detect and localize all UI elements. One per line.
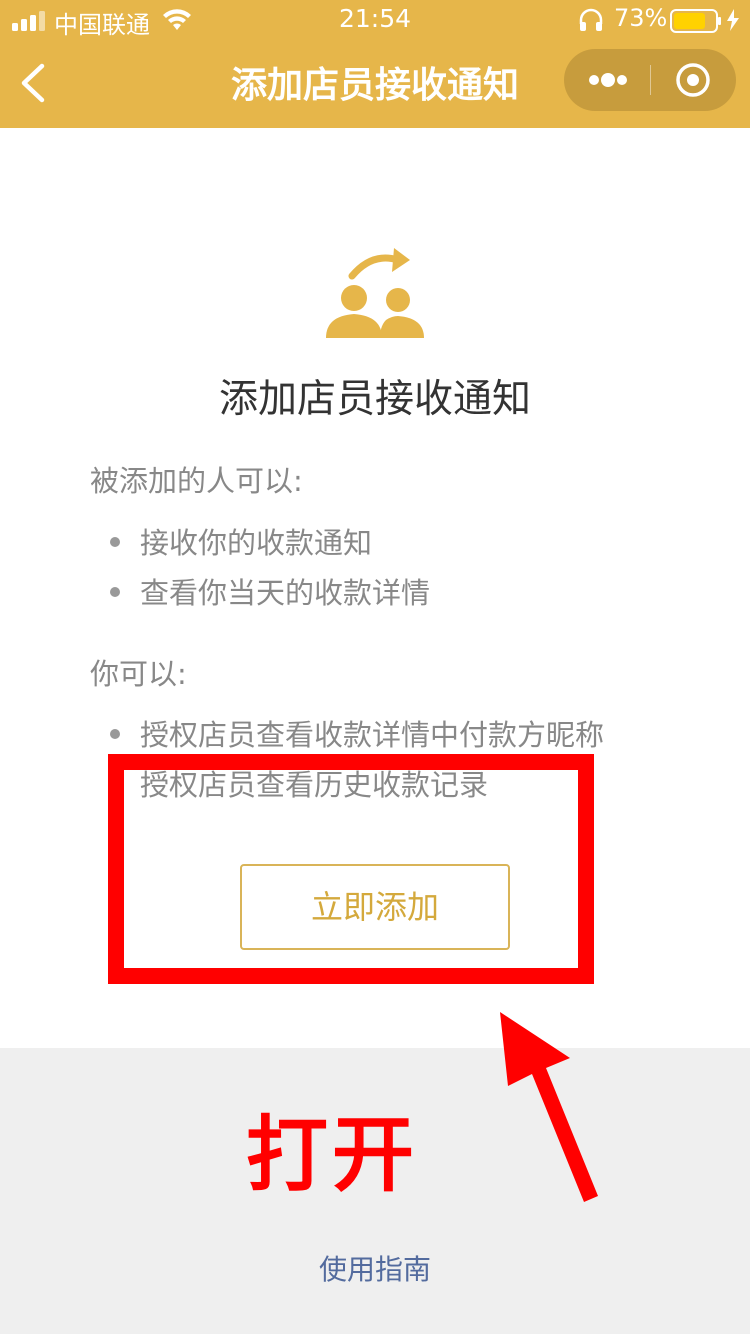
more-dots-icon[interactable]: [564, 49, 650, 111]
headphone-icon: [579, 8, 603, 31]
nav-bar: 添加店员接收通知: [0, 40, 750, 128]
list-item: 授权店员查看收款详情中付款方昵称: [110, 712, 604, 754]
annotation-highlight-box: [108, 754, 594, 984]
mini-program-capsule: [564, 49, 736, 111]
target-circle-icon[interactable]: [651, 49, 736, 111]
battery-icon: [670, 9, 721, 33]
status-bar: 中国联通 21:54 73%: [0, 0, 750, 40]
annotation-label: 打开: [246, 1108, 419, 1203]
list-item: 查看你当天的收款详情: [110, 570, 430, 612]
list-item: 接收你的收款通知: [110, 520, 372, 562]
main-content: 添加店员接收通知 被添加的人可以: 接收你的收款通知 查看你当天的收款详情 你可…: [0, 128, 750, 1048]
annotation-arrow-icon: [500, 1012, 598, 1202]
footer-area: 打开 使用指南: [0, 1048, 750, 1334]
add-staff-icon: [326, 248, 424, 338]
page-title: 添加店员接收通知: [218, 377, 531, 422]
section1-label: 被添加的人可以:: [90, 464, 303, 498]
section2-label: 你可以:: [90, 657, 187, 691]
battery-percent: 73%: [614, 4, 668, 32]
top-header: 中国联通 21:54 73% 添加店员接收通知: [0, 0, 750, 128]
usage-guide-link[interactable]: 使用指南: [0, 1248, 750, 1288]
charging-bolt-icon: [727, 9, 739, 31]
